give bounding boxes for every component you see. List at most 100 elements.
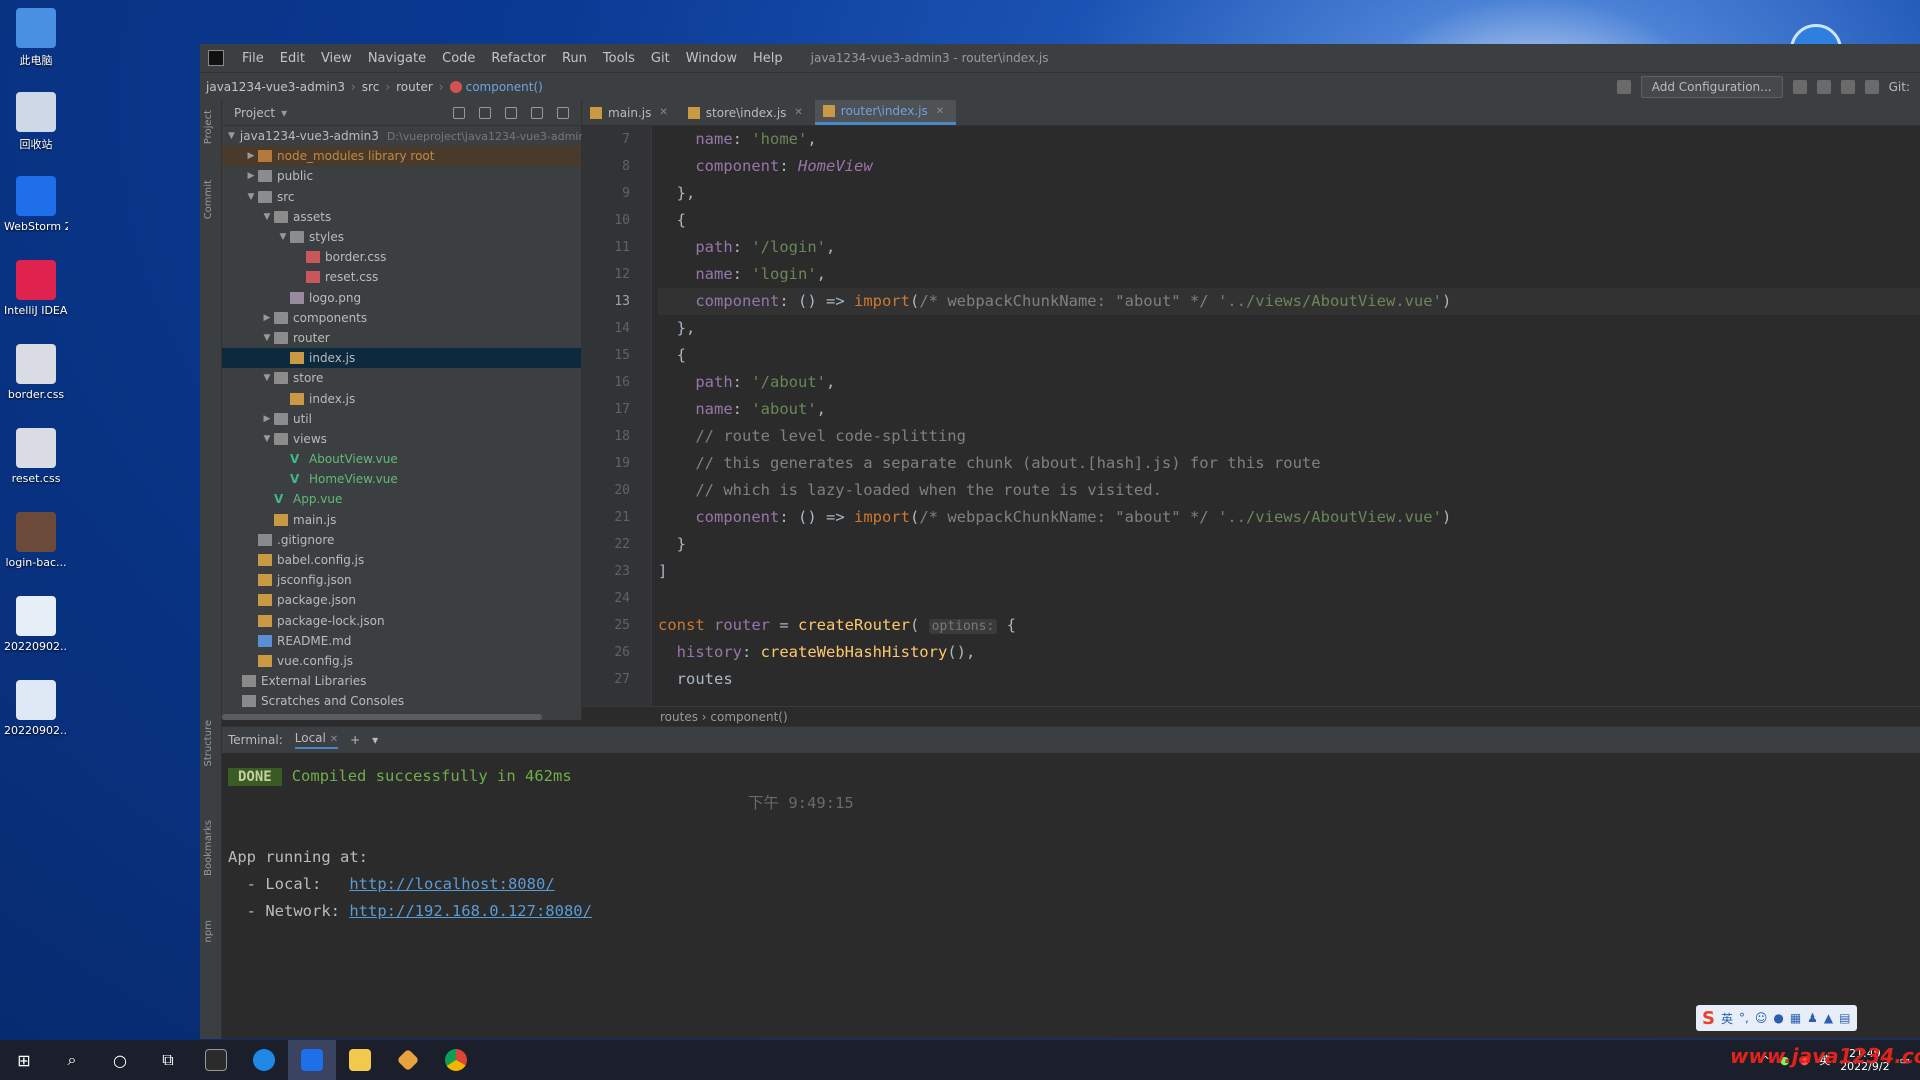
structure-tool-button[interactable]: Structure [203,720,214,767]
code-line[interactable]: 8 component: HomeView [622,153,1920,180]
stop-icon[interactable] [1864,79,1879,94]
expand-arrow-icon[interactable]: ▼ [260,434,274,444]
git-label[interactable]: Git: [1889,80,1910,94]
expand-arrow-icon[interactable]: ▼ [260,212,274,222]
locate-icon[interactable] [453,106,465,119]
editor-tab[interactable]: main.js ✕ [582,100,680,125]
ime-punctuation-icon[interactable]: °, [1739,1011,1749,1025]
code-line[interactable]: 26 history: createWebHashHistory(), [614,639,1920,666]
ime-emoji-icon[interactable]: ☺ [1755,1011,1768,1025]
tree-item[interactable]: package-lock.json [222,611,581,631]
code-line[interactable]: 17 name: 'about', [614,396,1920,423]
close-icon[interactable]: ✕ [659,107,667,118]
expand-arrow-icon[interactable]: ▶ [260,414,274,424]
expand-arrow-icon[interactable]: ▼ [260,373,274,383]
tree-item[interactable]: babel.config.js [222,550,581,570]
menu-item-help[interactable]: Help [745,51,791,66]
menu-item-refactor[interactable]: Refactor [483,51,554,66]
nav-crumb-current[interactable]: component() [444,80,549,94]
tree-item[interactable]: package.json [222,590,581,610]
expand-arrow-icon[interactable]: ▼ [260,333,274,343]
git-app-icon[interactable] [384,1040,432,1080]
horizontal-scrollbar[interactable] [222,714,542,720]
expand-arrow-icon[interactable]: ▶ [244,151,258,161]
start-button[interactable]: ⊞ [0,1040,48,1080]
user-icon[interactable] [1616,79,1631,94]
tree-item[interactable]: logo.png [222,288,581,308]
code-line[interactable]: 22 } [614,531,1920,558]
code-line[interactable]: 25 const router = createRouter( options: … [614,612,1920,639]
tree-item[interactable]: ▼ store [222,368,581,388]
desktop-icon[interactable]: IntelliJ IDEA 2021.2 [4,260,68,317]
tree-item[interactable]: ▶ components [222,308,581,328]
code-line[interactable]: 27 routes [614,666,1920,693]
chevron-down-icon[interactable]: ▾ [281,106,287,120]
menu-item-run[interactable]: Run [554,51,595,66]
menu-item-edit[interactable]: Edit [272,51,313,66]
tree-item[interactable]: Scratches and Consoles [222,691,581,711]
close-icon[interactable]: ✕ [936,106,944,117]
code-editor[interactable]: 7 name: 'home', 8 component: HomeView 9 },… [582,126,1920,706]
tree-item[interactable]: README.md [222,631,581,651]
tree-item[interactable]: index.js [222,388,581,408]
desktop-icon[interactable]: 20220902... [4,680,68,737]
tree-item[interactable]: ▶ node_modules library root [222,146,581,167]
hide-icon[interactable] [557,106,569,119]
nav-crumb-router[interactable]: router [390,80,439,94]
code-line[interactable]: 23] [614,558,1920,585]
expand-arrow-icon[interactable]: ▶ [244,171,258,181]
tree-item[interactable]: reset.css [222,267,581,287]
expand-arrow-icon[interactable]: ▼ [244,192,258,202]
ime-user-icon[interactable]: ♟ [1807,1011,1818,1025]
terminal-tab-local[interactable]: Local ✕ [294,731,339,749]
tree-item[interactable]: External Libraries [222,671,581,691]
taskbar-app-1[interactable] [192,1040,240,1080]
tree-item[interactable]: jsconfig.json [222,570,581,590]
tree-item[interactable]: V App.vue [222,489,581,509]
cortana-icon[interactable]: ○ [96,1040,144,1080]
expand-arrow-icon[interactable]: ▼ [228,131,235,141]
desktop-icon[interactable]: border.css [4,344,68,401]
tree-item[interactable]: V AboutView.vue [222,449,581,469]
nav-crumb-project[interactable]: java1234-vue3-admin3 [200,80,351,94]
ime-keyboard-icon[interactable]: ▦ [1790,1011,1801,1025]
code-line[interactable]: 12 name: 'login', [614,261,1920,288]
task-view-icon[interactable]: ⧉ [144,1040,192,1080]
bookmarks-tool-button[interactable]: Bookmarks [203,820,214,876]
tree-item[interactable]: V HomeView.vue [222,469,581,489]
editor-tab[interactable]: store\index.js ✕ [680,100,815,125]
expand-arrow-icon[interactable]: ▶ [260,313,274,323]
desktop-icon[interactable]: 此电脑 [4,8,68,68]
coverage-icon[interactable] [1840,79,1855,94]
expand-all-icon[interactable] [479,106,491,119]
npm-tool-button[interactable]: npm [203,920,214,942]
menu-item-code[interactable]: Code [434,51,483,66]
collapse-all-icon[interactable] [505,106,517,119]
tree-item[interactable]: main.js [222,510,581,530]
network-url-link[interactable]: http://192.168.0.127:8080/ [349,902,592,920]
code-line[interactable]: 9 }, [622,180,1920,207]
tree-item[interactable]: vue.config.js [222,651,581,671]
code-line[interactable]: 18 // route level code-splitting [614,423,1920,450]
code-line[interactable]: 10 { [614,207,1920,234]
desktop-icon[interactable]: WebStorm 2021.3.1 [4,176,68,233]
commit-tool-button[interactable]: Commit [203,180,214,219]
editor-tab[interactable]: router\index.js ✕ [814,100,957,125]
editor-breadcrumb[interactable]: routes › component() [582,706,1920,726]
ime-toolbar[interactable]: S 英 °, ☺ ● ▦ ♟ ▲ ▤ [1696,1005,1857,1031]
ime-language[interactable]: 英 [1721,1010,1733,1027]
tree-item[interactable]: .gitignore [222,530,581,550]
add-terminal-icon[interactable]: + [350,733,360,747]
desktop-icon[interactable]: 回收站 [4,92,68,152]
menu-item-tools[interactable]: Tools [595,51,643,66]
tree-item[interactable]: index.js [222,348,581,369]
desktop-icon[interactable]: login-bac... [4,512,68,569]
tree-item[interactable]: ▼ assets [222,207,581,227]
nav-crumb-src[interactable]: src [356,80,386,94]
debug-icon[interactable] [1816,79,1831,94]
project-panel-title[interactable]: Project [234,106,275,120]
desktop-icon[interactable]: reset.css [4,428,68,485]
code-line[interactable]: 15 { [614,342,1920,369]
tree-item[interactable]: ▼ views [222,429,581,449]
code-line[interactable]: 21 component: () => import(/* webpackChu… [614,504,1920,531]
